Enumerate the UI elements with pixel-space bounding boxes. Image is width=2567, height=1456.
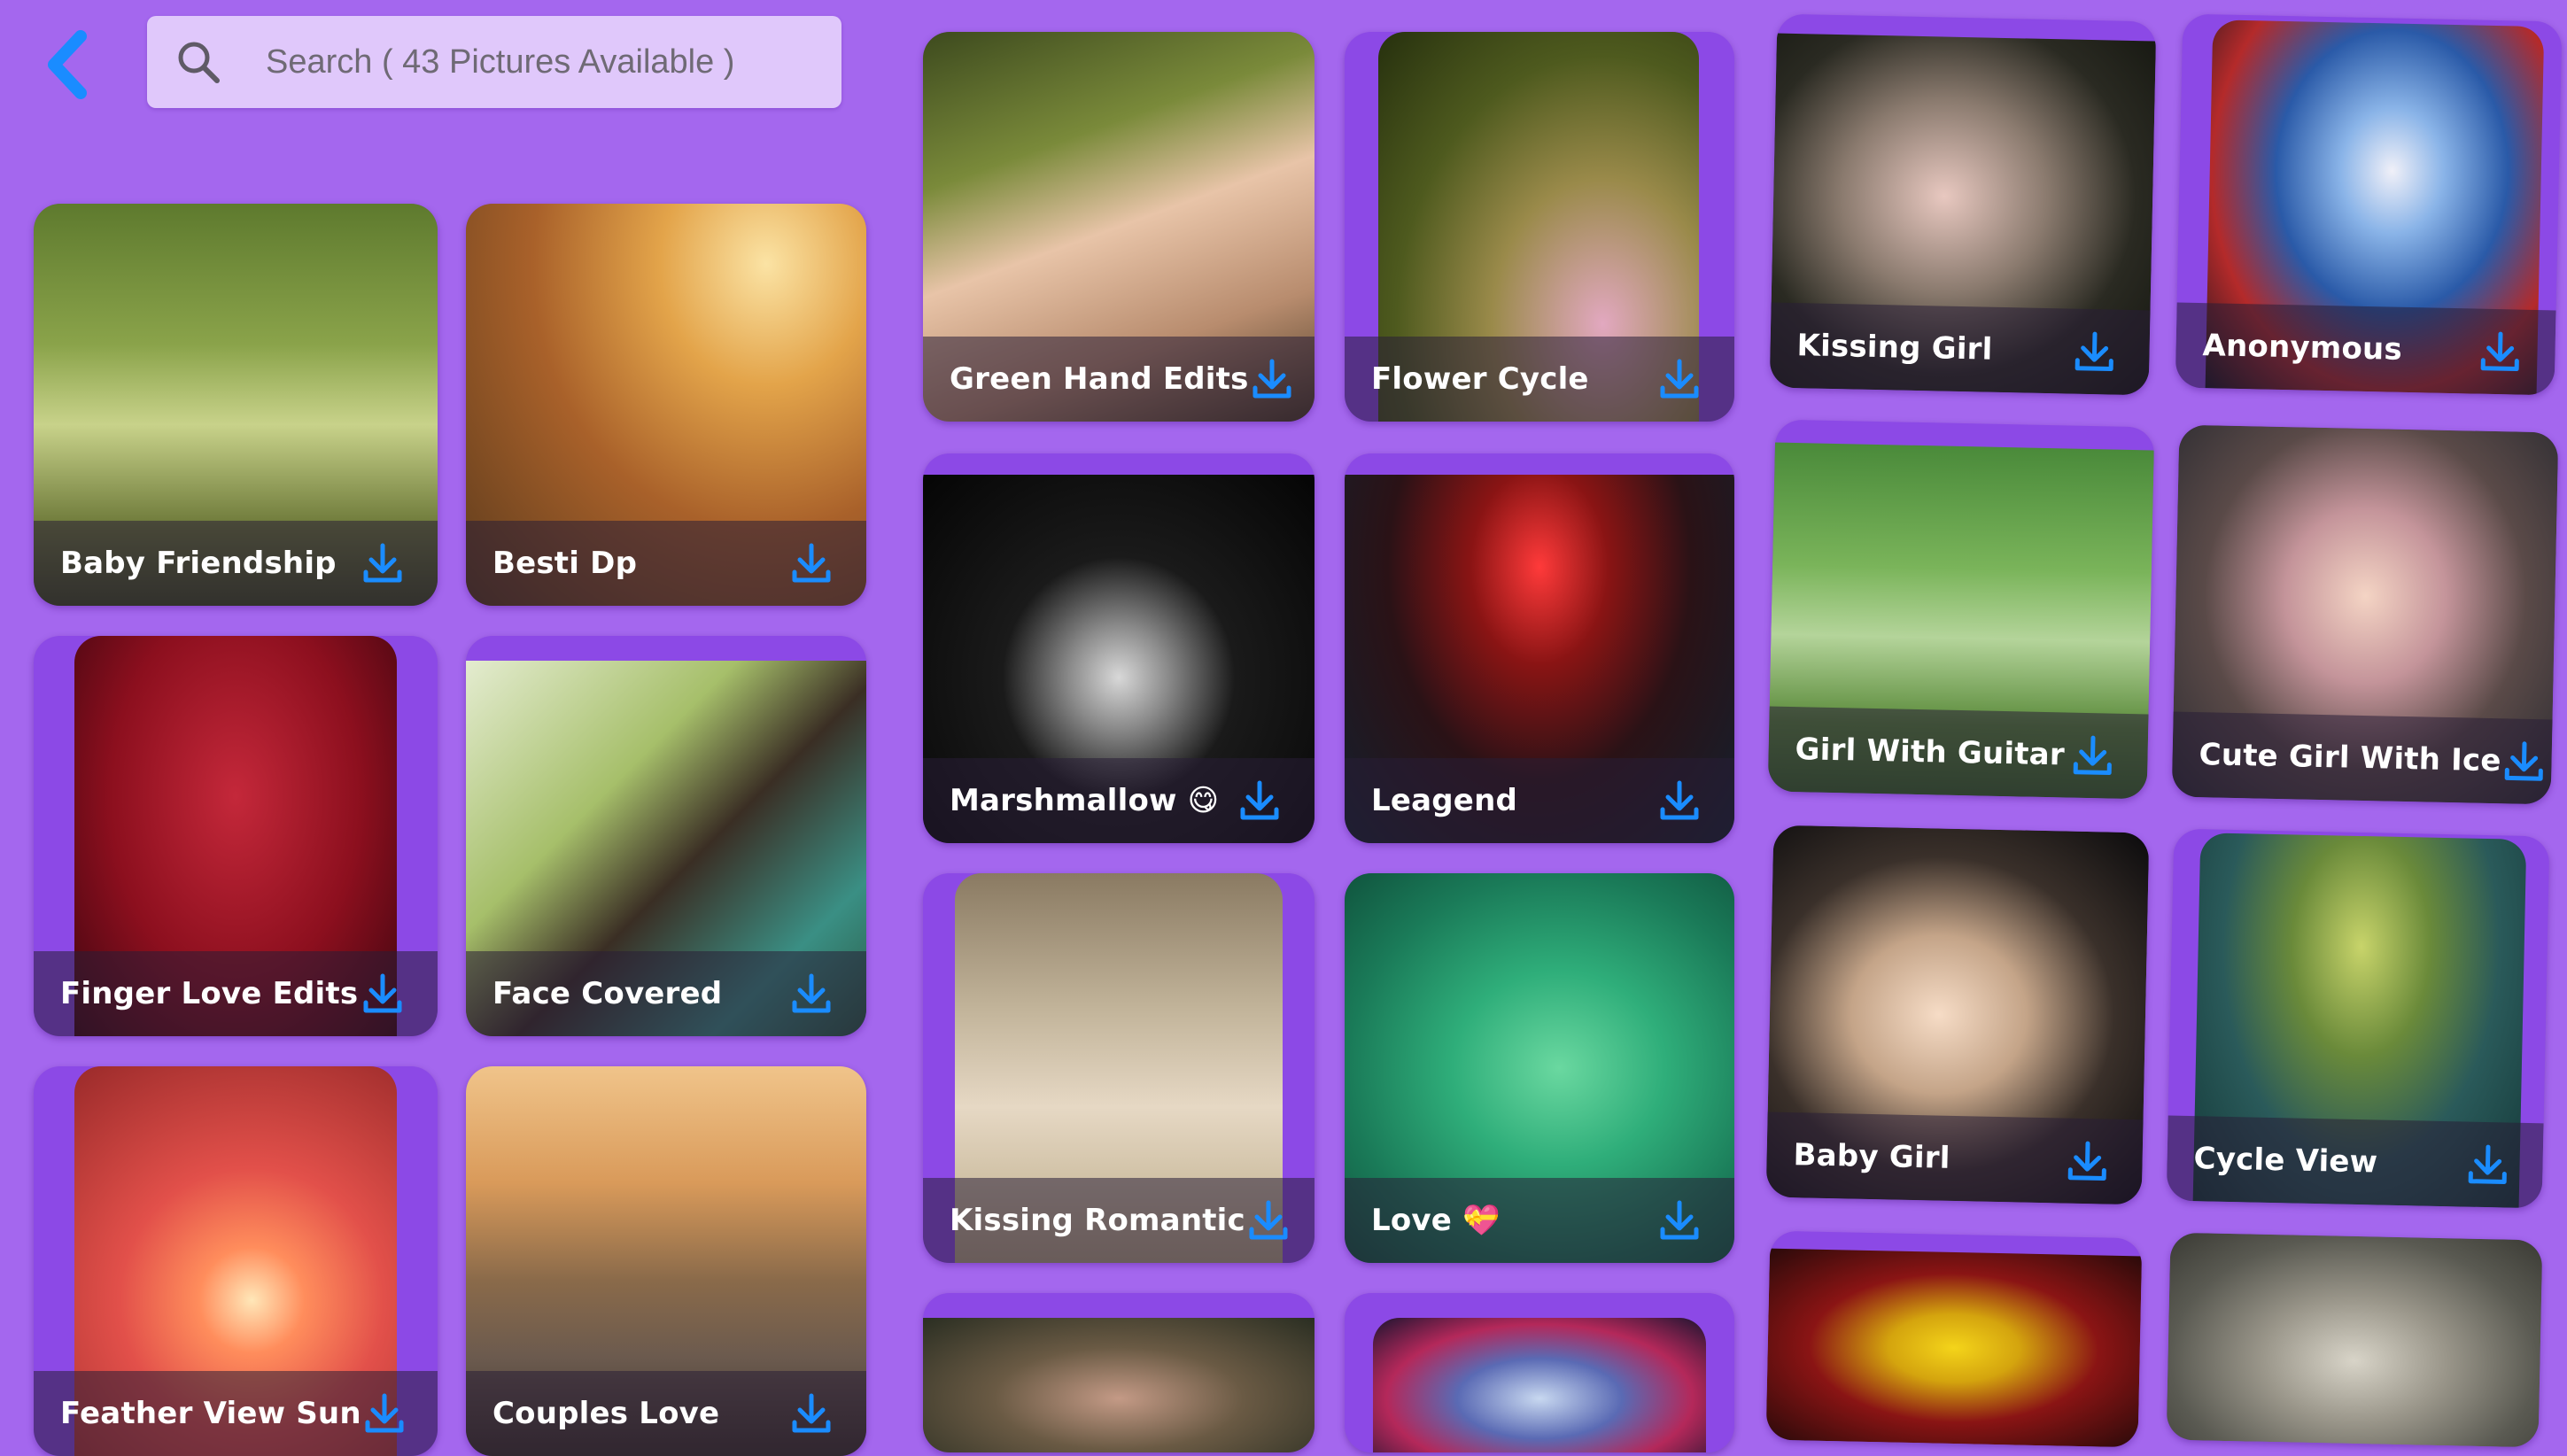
- picture-label: Cycle View: [2193, 1141, 2378, 1181]
- download-icon[interactable]: [1655, 776, 1704, 825]
- chevron-left-icon: [42, 29, 95, 100]
- picture-label: Girl With Guitar: [1795, 732, 2066, 773]
- download-icon[interactable]: [787, 538, 836, 588]
- download-icon[interactable]: [2062, 1136, 2113, 1187]
- picture-thumbnail: [1373, 1318, 1706, 1452]
- download-icon[interactable]: [1655, 354, 1704, 404]
- picture-label: Kissing Romantic: [950, 1203, 1245, 1238]
- picture-card[interactable]: [1765, 1230, 2143, 1448]
- back-button[interactable]: [37, 25, 99, 105]
- picture-card[interactable]: Baby Girl: [1765, 825, 2150, 1205]
- picture-label: Feather View Sun: [60, 1396, 361, 1431]
- picture-label: Finger Love Edits: [60, 976, 359, 1011]
- picture-card[interactable]: [923, 1293, 1315, 1452]
- download-icon[interactable]: [1655, 1196, 1704, 1245]
- picture-card[interactable]: Kissing Romantic: [923, 873, 1315, 1263]
- picture-label: Besti Dp: [492, 546, 638, 581]
- picture-card[interactable]: Love 💝: [1345, 873, 1734, 1263]
- picture-label: Baby Girl: [1793, 1137, 1951, 1176]
- picture-thumbnail: [2166, 1232, 2543, 1448]
- download-icon[interactable]: [787, 969, 836, 1018]
- picture-card[interactable]: Kissing Girl: [1769, 13, 2157, 396]
- download-icon[interactable]: [2462, 1140, 2513, 1190]
- picture-card[interactable]: Feather View Sun: [34, 1066, 438, 1456]
- picture-label: Love 💝: [1371, 1203, 1501, 1238]
- picture-card[interactable]: Leagend: [1345, 453, 1734, 843]
- picture-card[interactable]: Flower Cycle: [1345, 32, 1734, 422]
- picture-card[interactable]: [2166, 1232, 2543, 1448]
- download-icon[interactable]: [1249, 354, 1295, 404]
- download-icon[interactable]: [2501, 736, 2548, 786]
- picture-label: Cute Girl With Ice: [2199, 737, 2502, 779]
- picture-label: Couples Love: [492, 1396, 720, 1431]
- picture-card[interactable]: Cute Girl With Ice: [2171, 424, 2559, 805]
- picture-card[interactable]: Finger Love Edits: [34, 636, 438, 1036]
- download-icon[interactable]: [2475, 327, 2525, 377]
- search-input[interactable]: [264, 42, 799, 82]
- picture-card[interactable]: Anonymous: [2175, 13, 2563, 396]
- download-icon[interactable]: [1235, 776, 1284, 825]
- picture-card[interactable]: Green Hand Edits: [923, 32, 1315, 422]
- picture-thumbnail: [923, 1318, 1315, 1452]
- download-icon[interactable]: [1245, 1196, 1291, 1245]
- picture-label: Baby Friendship: [60, 546, 337, 581]
- picture-label: Marshmallow 😋: [950, 783, 1220, 818]
- picture-label: Flower Cycle: [1371, 361, 1589, 397]
- picture-card[interactable]: Besti Dp: [466, 204, 866, 606]
- picture-label: Green Hand Edits: [950, 361, 1249, 397]
- picture-label: Face Covered: [492, 976, 723, 1011]
- download-icon[interactable]: [787, 1389, 836, 1438]
- picture-card[interactable]: Face Covered: [466, 636, 866, 1036]
- download-icon[interactable]: [2067, 731, 2118, 781]
- picture-card[interactable]: [1345, 1293, 1734, 1452]
- picture-card[interactable]: Baby Friendship: [34, 204, 438, 606]
- download-icon[interactable]: [361, 1389, 407, 1438]
- search-icon: [172, 35, 225, 89]
- picture-card[interactable]: Couples Love: [466, 1066, 866, 1456]
- picture-label: Kissing Girl: [1796, 328, 1993, 368]
- picture-thumbnail: [1765, 1248, 2143, 1448]
- download-icon[interactable]: [2069, 327, 2120, 377]
- picture-label: Anonymous: [2202, 328, 2403, 368]
- search-bar[interactable]: [147, 16, 841, 108]
- download-icon[interactable]: [358, 969, 407, 1018]
- picture-card[interactable]: Cycle View: [2166, 828, 2550, 1209]
- picture-card[interactable]: Marshmallow 😋: [923, 453, 1315, 843]
- picture-label: Leagend: [1371, 783, 1518, 818]
- picture-card[interactable]: Girl With Guitar: [1767, 419, 2155, 800]
- download-icon[interactable]: [358, 538, 407, 588]
